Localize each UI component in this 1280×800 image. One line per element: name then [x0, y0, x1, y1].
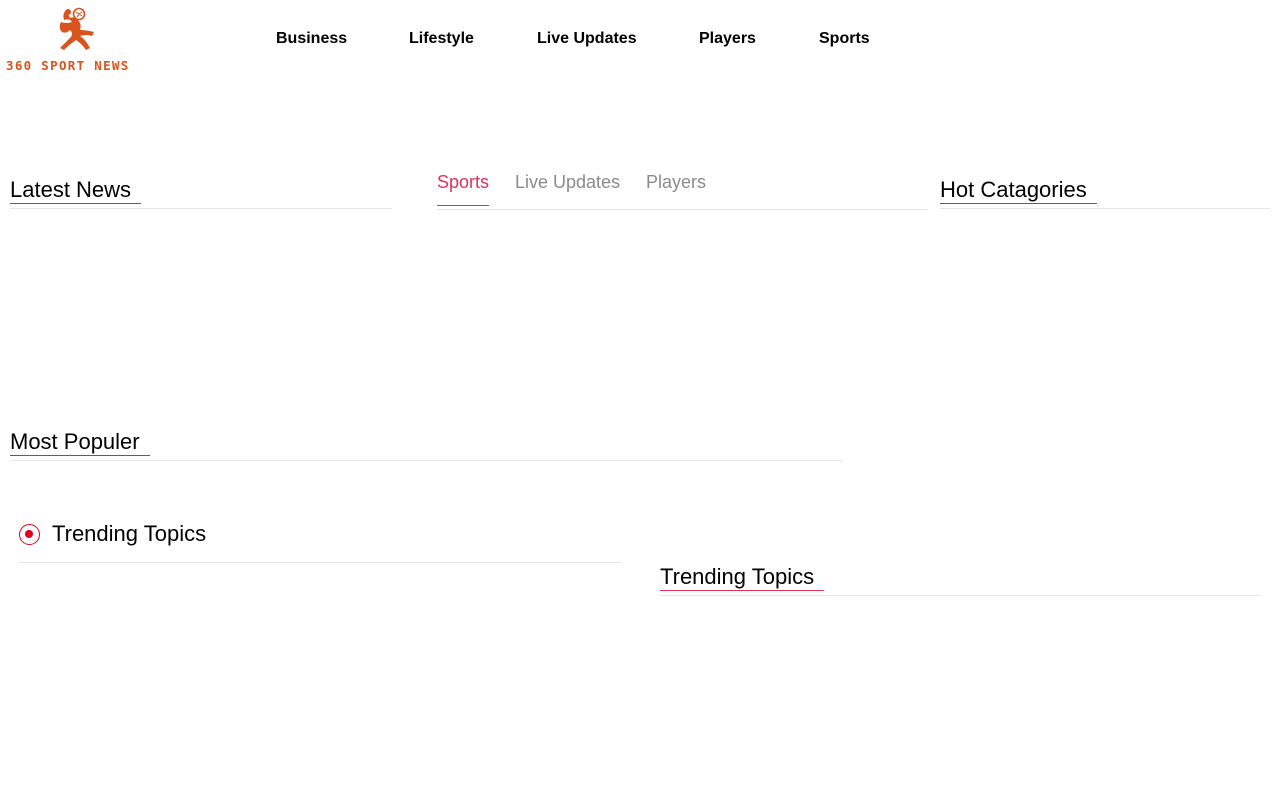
nav-item-sports[interactable]: Sports	[819, 30, 870, 48]
tab-live-updates[interactable]: Live Updates	[515, 172, 620, 205]
trending-topics-left: Trending Topics	[19, 516, 621, 563]
most-popular-section: Most Populer	[10, 420, 843, 461]
nav-item-lifestyle[interactable]: Lifestyle	[409, 30, 474, 48]
nav-item-live-updates[interactable]: Live Updates	[537, 30, 637, 48]
nav-item-players[interactable]: Players	[699, 30, 756, 48]
hot-categories-section: Hot Catagories	[940, 168, 1270, 209]
most-popular-title: Most Populer	[10, 429, 150, 456]
latest-news-title: Latest News	[10, 177, 142, 204]
latest-news-section: Latest News	[10, 168, 392, 209]
radio-dot-icon	[19, 524, 40, 545]
trending-topics-right: Trending Topics	[660, 555, 1260, 596]
logo-text: 360 SPORT NEWS	[6, 58, 130, 73]
hot-categories-title: Hot Catagories	[940, 177, 1097, 204]
site-logo[interactable]: 360 SPORT NEWS	[4, 4, 140, 76]
category-tabs: Sports Live Updates Players	[437, 170, 927, 210]
trending-topics-left-title: Trending Topics	[52, 521, 207, 546]
nav-item-business[interactable]: Business	[276, 30, 347, 48]
tab-players[interactable]: Players	[646, 172, 706, 205]
tab-sports[interactable]: Sports	[437, 172, 490, 206]
page: 360 SPORT NEWS Business Lifestyle Live U…	[0, 0, 1280, 800]
athlete-logo-icon	[59, 7, 94, 50]
trending-topics-right-title: Trending Topics	[660, 564, 825, 591]
